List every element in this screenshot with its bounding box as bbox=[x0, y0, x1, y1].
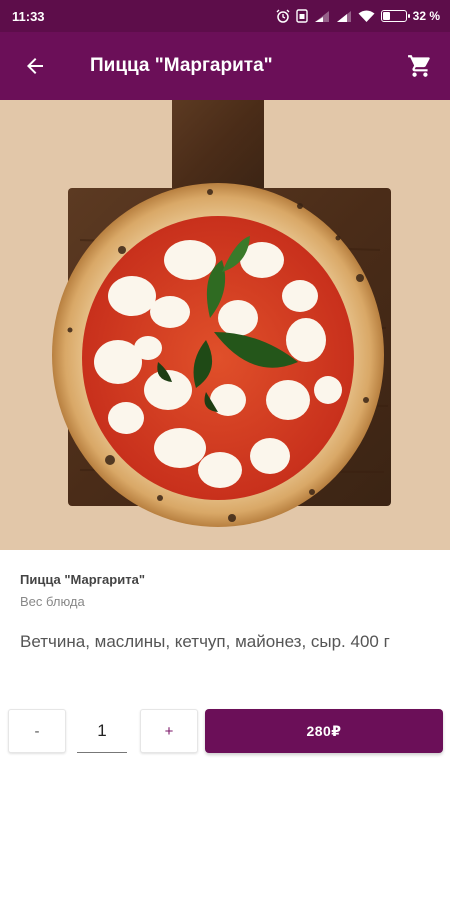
quantity-decrease-button[interactable]: - bbox=[8, 709, 66, 753]
dish-weight-label: Вес блюда bbox=[20, 594, 85, 609]
battery-icon bbox=[380, 10, 410, 22]
status-bar: 11:33 32 % bbox=[0, 0, 450, 32]
dish-photo bbox=[0, 100, 450, 550]
sim-card-icon bbox=[295, 9, 308, 23]
alarm-icon bbox=[276, 9, 290, 23]
page-title: Пицца "Маргарита" bbox=[90, 55, 273, 76]
app-bar: Пицца "Маргарита" bbox=[0, 32, 450, 100]
quantity-increase-button[interactable]: + bbox=[140, 709, 198, 753]
back-button[interactable] bbox=[0, 32, 70, 100]
shopping-cart-icon bbox=[408, 55, 430, 77]
dish-details: Пицца "Маргарита" Вес блюда Ветчина, мас… bbox=[0, 550, 450, 653]
dish-name: Пицца "Маргарита" bbox=[20, 572, 145, 587]
quantity-field-wrapper bbox=[77, 709, 127, 753]
order-controls: - + 280₽ bbox=[8, 708, 444, 754]
quantity-input[interactable] bbox=[77, 720, 127, 741]
signal-strength-icon bbox=[314, 10, 329, 22]
status-time: 11:33 bbox=[12, 8, 45, 24]
battery-percent: 32 % bbox=[412, 9, 440, 23]
add-to-cart-price-button[interactable]: 280₽ bbox=[205, 709, 443, 753]
pizza-illustration bbox=[0, 100, 450, 550]
screen: 11:33 32 % Пицца "Маргарита" Пицца "Марг… bbox=[0, 0, 450, 900]
signal-strength-icon-2 bbox=[336, 10, 351, 22]
wifi-icon bbox=[358, 10, 375, 22]
dish-description: Ветчина, маслины, кетчуп, майонез, сыр. … bbox=[20, 632, 390, 651]
status-icons: 32 % bbox=[276, 9, 440, 23]
cart-button[interactable] bbox=[390, 32, 450, 100]
arrow-back-icon bbox=[27, 58, 43, 74]
